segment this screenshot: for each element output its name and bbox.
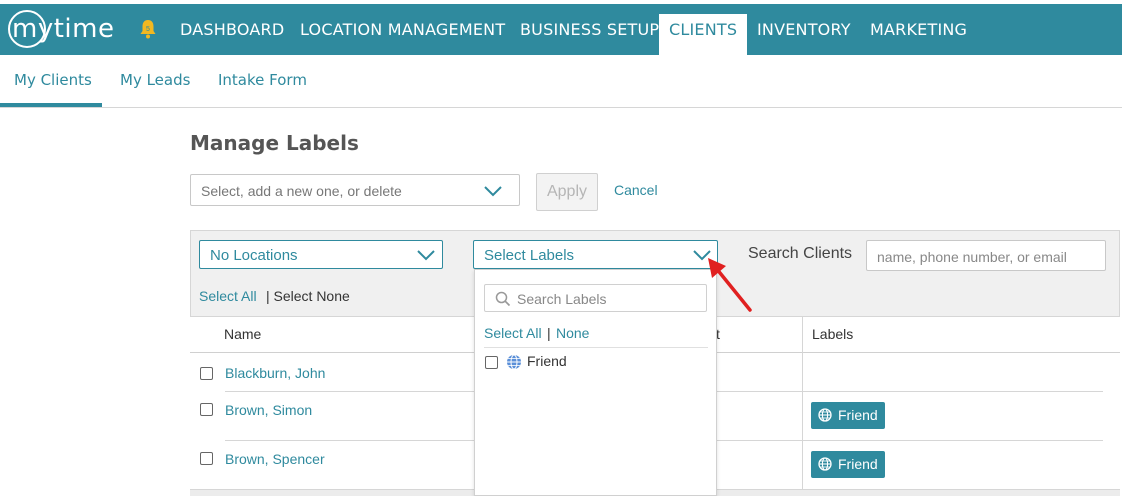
dropdown-select-none-link[interactable]: None (556, 325, 589, 341)
nav-location-management[interactable]: LOCATION MANAGEMENT (300, 4, 505, 55)
chevron-down-icon (484, 186, 502, 197)
label-option-friend[interactable]: Friend (527, 353, 567, 369)
nav-marketing[interactable]: MARKETING (870, 4, 967, 55)
svg-text:5: 5 (146, 26, 150, 33)
search-labels-input[interactable]: Search Labels (484, 284, 707, 312)
column-header-labels: Labels (812, 326, 854, 342)
labels-filter-select[interactable]: Select Labels (473, 240, 718, 269)
tab-my-leads[interactable]: My Leads (120, 71, 190, 89)
cancel-link[interactable]: Cancel (614, 182, 658, 198)
label-badge[interactable]: Friend (811, 402, 885, 429)
label-option-checkbox[interactable] (485, 356, 498, 369)
client-name-link[interactable]: Brown, Spencer (225, 451, 325, 467)
notification-bell-icon[interactable]: 5 (139, 19, 157, 39)
search-labels-placeholder: Search Labels (517, 291, 607, 307)
nav-clients[interactable]: CLIENTS (659, 14, 748, 55)
search-clients-label: Search Clients (748, 245, 853, 262)
row-checkbox[interactable] (200, 367, 213, 380)
tab-my-clients[interactable]: My Clients (14, 71, 92, 89)
globe-icon (507, 354, 521, 370)
subtab-divider (0, 107, 1122, 108)
column-header-name[interactable]: Name (224, 326, 261, 342)
nav-dashboard[interactable]: DASHBOARD (180, 4, 284, 55)
page-title: Manage Labels (190, 131, 359, 155)
locations-select[interactable]: No Locations (199, 240, 443, 269)
client-name-link[interactable]: Brown, Simon (225, 402, 312, 418)
logo-text: mytime (12, 14, 115, 44)
tab-intake-form[interactable]: Intake Form (218, 71, 307, 89)
row-checkbox[interactable] (200, 452, 213, 465)
chevron-down-icon (417, 250, 435, 261)
select-none-clients-link[interactable]: | Select None (266, 288, 350, 304)
globe-icon (818, 408, 832, 422)
dropdown-select-all-link[interactable]: Select All (484, 325, 542, 341)
label-badge-text: Friend (838, 456, 878, 472)
row-checkbox[interactable] (200, 403, 213, 416)
column-divider (802, 317, 803, 489)
select-all-clients-link[interactable]: Select All (199, 288, 257, 304)
client-name-link[interactable]: Blackburn, John (225, 365, 325, 381)
search-clients-input[interactable]: name, phone number, or email (866, 240, 1106, 271)
top-navigation-bar: mytime 5 DASHBOARD LOCATION MANAGEMENT B… (0, 4, 1122, 55)
label-badge[interactable]: Friend (811, 451, 885, 478)
dropdown-separator: | (547, 325, 551, 341)
manage-labels-select[interactable]: Select, add a new one, or delete (190, 174, 520, 206)
apply-button[interactable]: Apply (536, 173, 598, 211)
label-badge-text: Friend (838, 407, 878, 423)
locations-select-value: No Locations (210, 247, 298, 264)
globe-icon (818, 457, 832, 471)
mytime-logo[interactable]: mytime (8, 10, 115, 48)
labels-filter-value: Select Labels (484, 247, 575, 264)
search-icon (495, 291, 511, 307)
annotation-arrow-icon (708, 258, 752, 312)
nav-inventory[interactable]: INVENTORY (757, 4, 851, 55)
search-clients-placeholder: name, phone number, or email (877, 249, 1067, 265)
dropdown-divider (484, 347, 708, 348)
manage-labels-placeholder: Select, add a new one, or delete (201, 183, 402, 199)
nav-business-setup[interactable]: BUSINESS SETUP (520, 4, 659, 55)
